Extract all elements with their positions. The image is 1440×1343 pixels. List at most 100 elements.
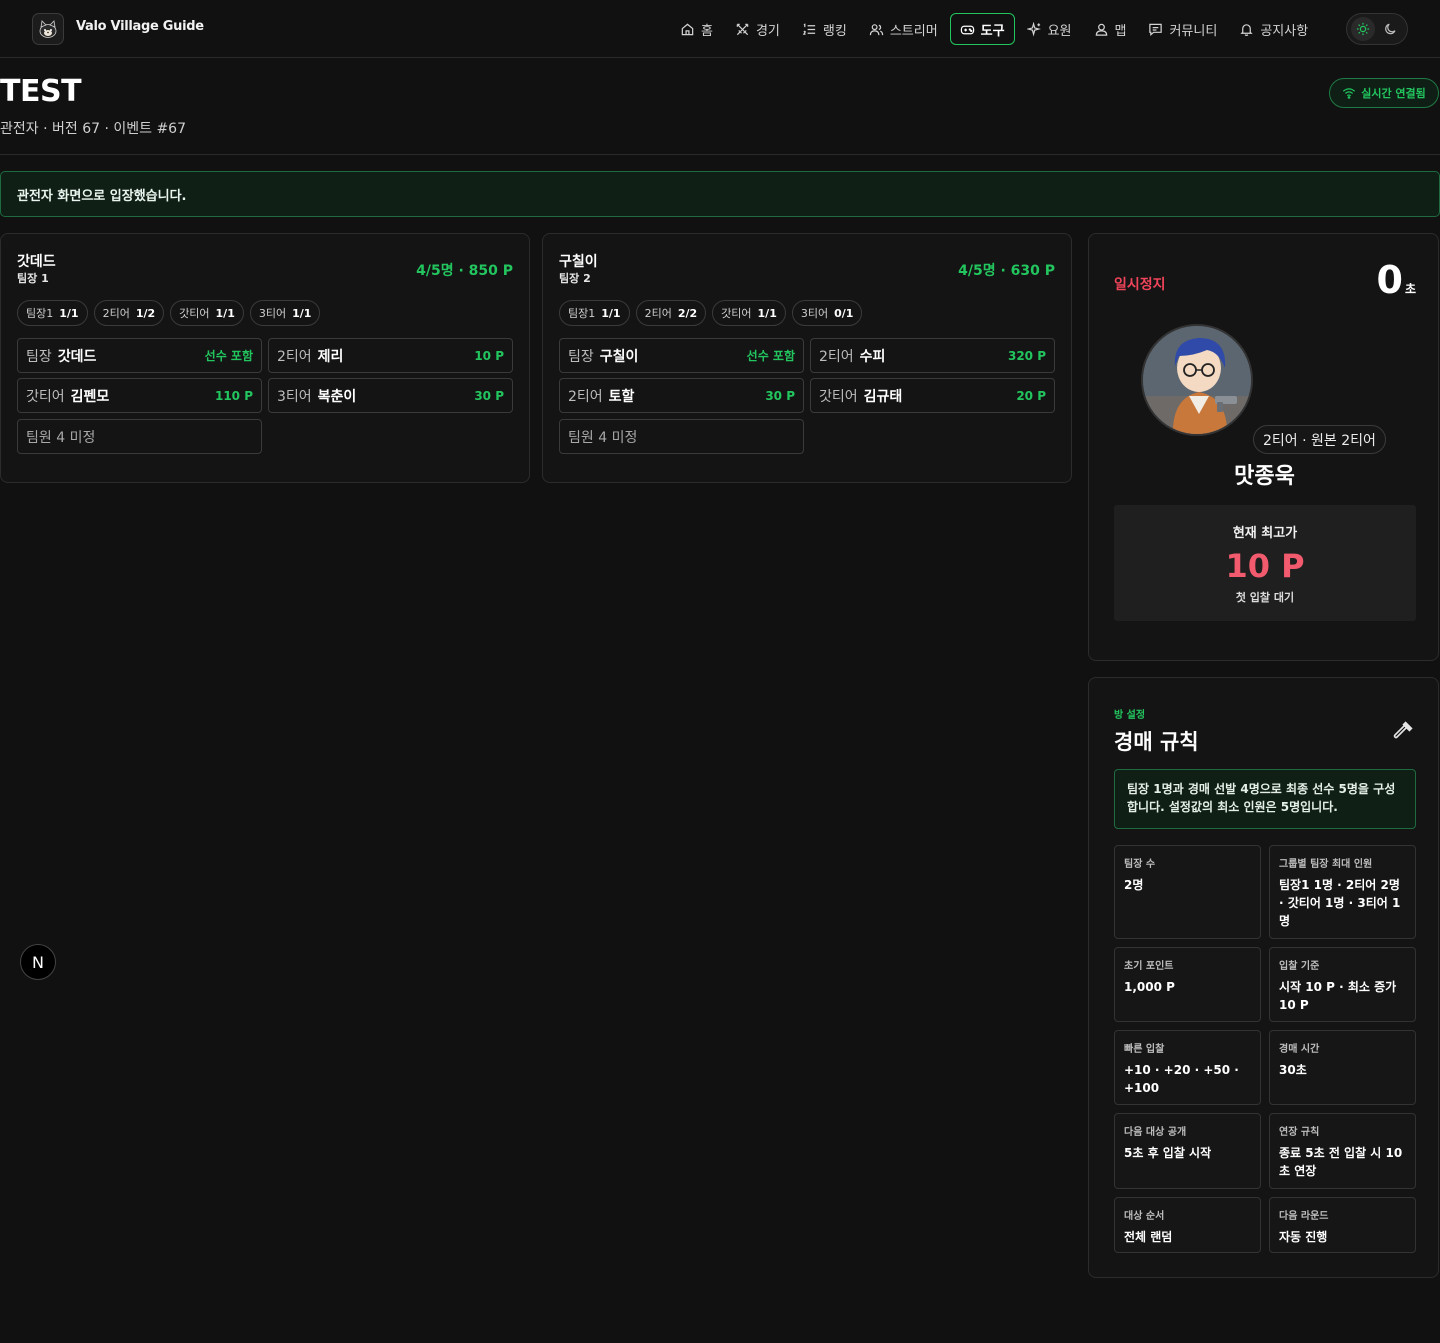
brand-name[interactable]: Valo Village Guide xyxy=(76,19,204,34)
nav-label: 경기 xyxy=(755,23,780,39)
slot-player-name: 구칠이 xyxy=(599,348,639,365)
sparkles-icon xyxy=(1026,21,1041,36)
theme-toggle[interactable] xyxy=(1346,13,1408,45)
message-icon xyxy=(1149,23,1163,36)
rule-label: 경매 시간 xyxy=(1279,1044,1320,1055)
nav-label: 도구 xyxy=(980,23,1005,39)
rule-item: 경매 시간 30초 xyxy=(1269,1030,1416,1105)
rule-value: 30초 xyxy=(1279,1063,1307,1077)
group-chip: 팀장1 1/1 xyxy=(559,300,630,326)
current-bid-box: 현재 최고가 10 P 첫 입찰 대기 xyxy=(1114,505,1416,621)
nav-item-streamers[interactable]: 스트리머 xyxy=(859,13,948,45)
team-name: 구칠이 xyxy=(559,254,598,270)
rules-title: 경매 규칙 xyxy=(1114,730,1199,754)
rule-item: 입찰 기준 시작 10 P · 최소 증가 10 P xyxy=(1269,947,1416,1022)
roster-slot: 갓티어 김규태 20 P xyxy=(810,378,1055,413)
bell-icon xyxy=(1240,23,1253,36)
group-chip: 팀장1 1/1 xyxy=(17,300,88,326)
chip-value: 1/1 xyxy=(215,306,235,320)
chip-value: 1/1 xyxy=(292,306,312,320)
map-user-icon xyxy=(1095,23,1107,36)
divider xyxy=(0,154,1440,155)
player-avatar xyxy=(1141,324,1253,436)
chip-value: 1/1 xyxy=(757,306,777,320)
nav-label: 홈 xyxy=(701,23,713,39)
page-title: TEST xyxy=(0,74,82,109)
gavel-icon[interactable] xyxy=(1392,718,1416,742)
nav-item-home[interactable]: 홈 xyxy=(670,13,723,45)
top-navigation: Valo Village Guide 홈 경기 랭킹 스트리머 도구 요원 맵 xyxy=(0,0,1440,58)
slot-points: 선수 포함 xyxy=(204,349,253,363)
users-icon xyxy=(869,23,884,35)
home-icon xyxy=(681,23,694,35)
roster-slot: 2티어 제리 10 P xyxy=(268,338,513,373)
roster-slot: 2티어 토할 30 P xyxy=(559,378,804,413)
nav-item-notices[interactable]: 공지사항 xyxy=(1229,13,1318,45)
moon-icon[interactable] xyxy=(1379,17,1403,41)
bid-value: 10 P xyxy=(1225,547,1305,585)
auction-timer: 0초 xyxy=(1377,258,1417,302)
main-nav: 홈 경기 랭킹 스트리머 도구 요원 맵 커뮤니티 공지사항 xyxy=(670,13,1318,45)
gamepad-icon xyxy=(960,25,974,34)
nav-item-maps[interactable]: 맵 xyxy=(1084,13,1137,45)
rule-value: 팀장1 1명 · 2티어 2명 · 갓티어 1명 · 3티어 1명 xyxy=(1279,878,1401,928)
chip-label: 팀장1 xyxy=(568,307,596,320)
auction-panel: 일시정지 0초 2티어 · 원본 2티어 맛종욱 현재 최고가 10 P 첫 입… xyxy=(1088,233,1439,661)
rule-value: 자동 진행 xyxy=(1279,1230,1328,1244)
slot-role: 팀원 4 xyxy=(568,429,608,446)
slot-role: 2티어 xyxy=(819,348,854,365)
chip-value: 2/2 xyxy=(677,306,698,320)
rules-note: 팀장 1명과 경매 선발 4명으로 최종 선수 5명을 구성합니다. 설정값의 … xyxy=(1114,769,1416,829)
group-chips: 팀장1 1/1 2티어 2/2 갓티어 1/1 3티어 0/1 xyxy=(559,300,863,326)
slot-points: 110 P xyxy=(214,388,253,403)
sun-icon[interactable] xyxy=(1351,17,1375,41)
rule-item: 대상 순서 전체 랜덤 xyxy=(1114,1197,1261,1253)
wifi-icon xyxy=(1343,88,1356,99)
slot-role: 갓티어 xyxy=(26,388,65,405)
auction-player-name: 맛종욱 xyxy=(1234,464,1295,489)
slot-points: 20 P xyxy=(1016,388,1046,403)
nav-item-community[interactable]: 커뮤니티 xyxy=(1138,13,1227,45)
bid-label: 현재 최고가 xyxy=(1232,526,1298,541)
group-chip: 갓티어 1/1 xyxy=(170,300,244,326)
nav-item-tools[interactable]: 도구 xyxy=(949,13,1015,45)
chip-label: 팀장1 xyxy=(26,307,54,320)
nav-item-agents[interactable]: 요원 xyxy=(1017,13,1082,45)
group-chip: 3티어 1/1 xyxy=(249,300,321,326)
chip-value: 1/1 xyxy=(59,306,79,320)
team-captain-label: 팀장 2 xyxy=(559,272,591,285)
slot-player-name: 수피 xyxy=(859,348,886,365)
timer-unit: 초 xyxy=(1404,282,1416,296)
roster-slot: 2티어 수피 320 P xyxy=(810,338,1055,373)
rule-label: 연장 규칙 xyxy=(1279,1127,1320,1138)
roster-slot: 팀장 구칠이 선수 포함 xyxy=(559,338,804,373)
group-chip: 3티어 0/1 xyxy=(791,300,863,326)
nav-item-matches[interactable]: 경기 xyxy=(725,13,790,45)
team-card: 갓데드 팀장 1 4/5명 · 850 P 팀장1 1/1 2티어 1/2 갓티어 1… xyxy=(0,233,530,483)
logo-icon[interactable] xyxy=(32,13,64,45)
rule-value: 시작 10 P · 최소 증가 10 P xyxy=(1279,980,1397,1012)
roster-slot-empty: 팀원 4 미정 xyxy=(559,419,804,454)
rule-item: 팀장 수 2명 xyxy=(1114,845,1261,939)
rule-value: 5초 후 입찰 시작 xyxy=(1124,1146,1212,1160)
slot-player-name: 갓데드 xyxy=(57,348,97,365)
chip-label: 3티어 xyxy=(258,307,287,320)
rule-label: 초기 포인트 xyxy=(1124,961,1174,972)
rule-value: 1,000 P xyxy=(1124,980,1175,994)
auction-rules-panel: 방 설정 경매 규칙 팀장 1명과 경매 선발 4명으로 최종 선수 5명을 구… xyxy=(1088,677,1439,1278)
group-chip: 갓티어 1/1 xyxy=(712,300,786,326)
slot-player-name: 제리 xyxy=(317,348,344,365)
floating-n-button[interactable]: N xyxy=(20,944,56,980)
nav-item-ranking[interactable]: 랭킹 xyxy=(792,13,857,45)
rule-item: 빠른 입찰 +10 · +20 · +50 · +100 xyxy=(1114,1030,1261,1105)
rule-value: 종료 5초 전 입찰 시 10초 연장 xyxy=(1279,1146,1403,1178)
roster-slot-empty: 팀원 4 미정 xyxy=(17,419,262,454)
slot-role: 갓티어 xyxy=(819,388,858,405)
slot-points: 선수 포함 xyxy=(746,349,795,363)
slot-player-name: 김펜모 xyxy=(70,388,110,405)
slot-empty-label: 미정 xyxy=(611,429,638,446)
rule-item: 다음 대상 공개 5초 후 입찰 시작 xyxy=(1114,1113,1261,1189)
team-stat: 4/5명 · 630 P xyxy=(958,263,1055,279)
slot-role: 2티어 xyxy=(568,388,603,405)
live-status-badge: 실시간 연결됨 xyxy=(1329,78,1439,108)
